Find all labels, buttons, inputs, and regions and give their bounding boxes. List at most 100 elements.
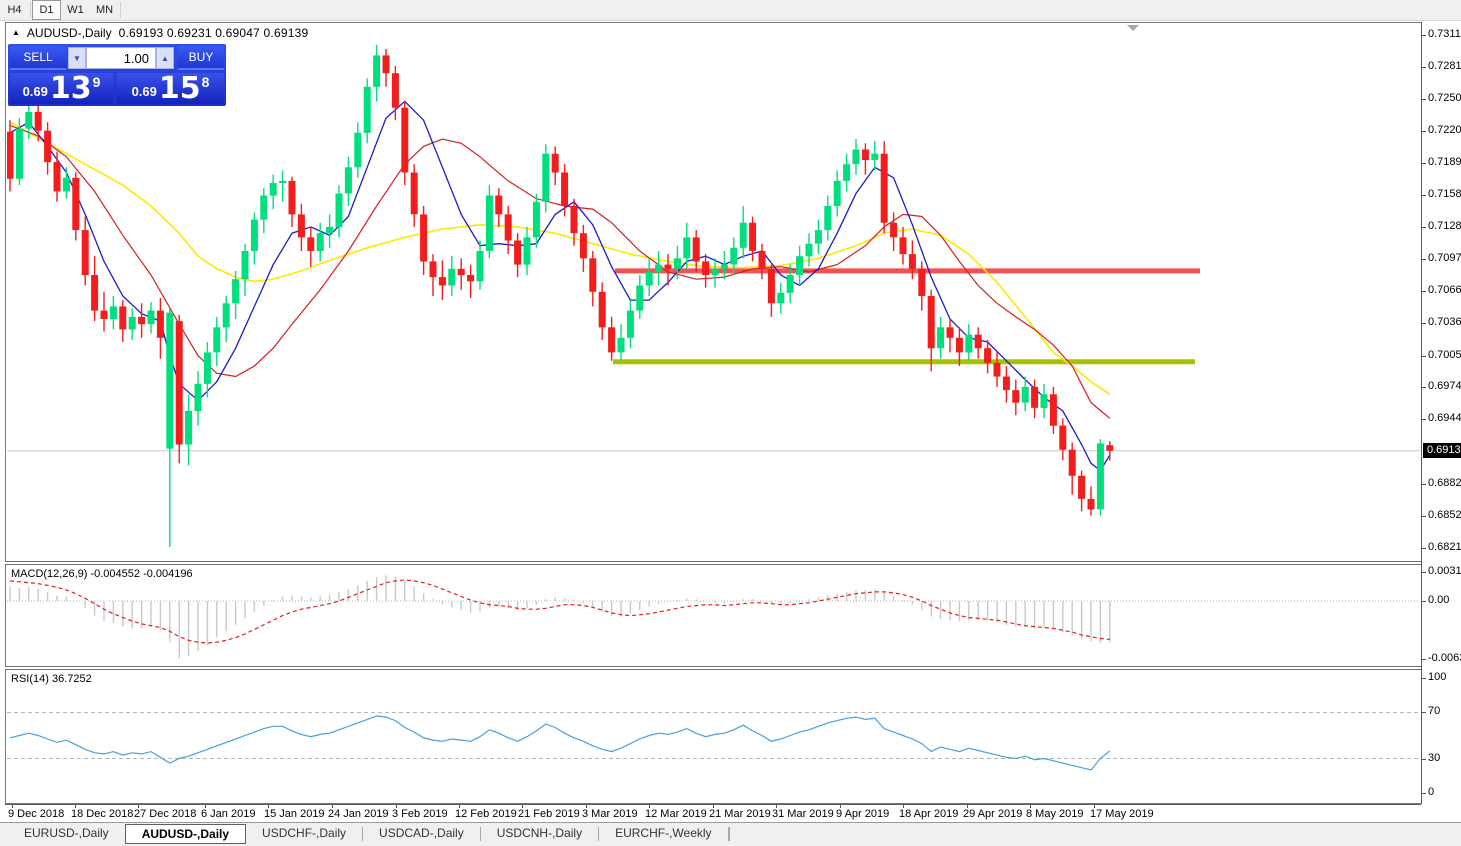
price-axis-label: 0.69440: [1428, 412, 1461, 424]
axis-tick: [1422, 195, 1426, 196]
price-axis-label: 0.68210: [1428, 541, 1461, 553]
current-price-box: 0.69139: [1423, 443, 1461, 458]
collapse-panel-icon[interactable]: ▲: [12, 28, 20, 37]
axis-tick: [1422, 131, 1426, 132]
rsi-axis-label: 0: [1428, 786, 1434, 798]
axis-tick: [1422, 259, 1426, 260]
price-axis-label: 0.68825: [1428, 477, 1461, 489]
chart-symbol-period: AUDUSD-,Daily: [27, 26, 112, 40]
volume-increase-icon[interactable]: ▲: [156, 47, 174, 69]
ma-fast-blue: [10, 101, 1110, 470]
axis-tick: [1422, 35, 1426, 36]
macd-label: MACD(12,26,9) -0.004552 -0.004196: [11, 568, 193, 580]
axis-tick: [1422, 419, 1426, 420]
date-label: 6 Jan 2019: [201, 808, 255, 820]
one-click-trade-panel: SELL ▼ ▲ BUY 0.69 13 9 0.69 15 8: [8, 44, 226, 106]
price-axis-label: 0.70360: [1428, 316, 1461, 328]
axis-tick: [1422, 323, 1426, 324]
volume-input[interactable]: [86, 47, 156, 69]
sell-button[interactable]: SELL: [10, 46, 66, 70]
price-axis-label: 0.69745: [1428, 380, 1461, 392]
axis-tick: [1422, 678, 1426, 679]
symbol-tab-bar: EURUSD-,DailyAUDUSD-,DailyUSDCHF-,DailyU…: [0, 822, 1461, 846]
chart-ohlc-values: 0.69193 0.69231 0.69047 0.69139: [119, 26, 309, 40]
axis-tick: [1422, 759, 1426, 760]
rsi-axis-label: 30: [1428, 752, 1440, 764]
tab-audusd[interactable]: AUDUSD-,Daily: [125, 824, 246, 844]
date-label: 9 Apr 2019: [836, 808, 889, 820]
macd-axis-label: 0.003164: [1428, 565, 1461, 577]
volume-decrease-icon[interactable]: ▼: [68, 47, 86, 69]
rsi-indicator-chart[interactable]: [7, 671, 1420, 803]
axis-tick: [1422, 516, 1426, 517]
chart-shift-marker-icon[interactable]: [1127, 25, 1139, 31]
axis-tick: [1422, 484, 1426, 485]
tab-eurchf[interactable]: EURCHF-,Weekly: [599, 824, 727, 844]
buy-price-pip: 8: [202, 74, 210, 90]
price-axis-label: 0.71280: [1428, 220, 1461, 232]
date-label: 21 Mar 2019: [709, 808, 771, 820]
price-axis-label: 0.72810: [1428, 60, 1461, 72]
sell-price-display[interactable]: 0.69 13 9: [10, 73, 113, 104]
price-axis-label: 0.71890: [1428, 156, 1461, 168]
toolbar-separator: [120, 2, 121, 18]
date-label: 8 May 2019: [1026, 808, 1083, 820]
tab-usdchf[interactable]: USDCHF-,Daily: [246, 824, 362, 844]
price-axis-label: 0.70665: [1428, 284, 1461, 296]
date-label: 15 Jan 2019: [264, 808, 325, 820]
macd-splitter[interactable]: [5, 561, 1461, 565]
axis-tick: [1422, 601, 1426, 602]
tab-eurusd[interactable]: EURUSD-,Daily: [8, 824, 125, 844]
date-label: 17 May 2019: [1090, 808, 1154, 820]
macd-axis-label: 0.00: [1428, 594, 1449, 606]
timeframe-button-h4[interactable]: H4: [0, 0, 29, 20]
axis-tick: [1422, 712, 1426, 713]
sell-price-prefix: 0.69: [23, 84, 48, 99]
tab-usdcad[interactable]: USDCAD-,Daily: [363, 824, 480, 844]
price-axis-label: 0.72505: [1428, 92, 1461, 104]
axis-tick: [1422, 163, 1426, 164]
price-axis-label: 0.70050: [1428, 349, 1461, 361]
main-price-chart[interactable]: [7, 40, 1420, 564]
buy-price-display[interactable]: 0.69 15 8: [117, 73, 224, 104]
date-label: 9 Dec 2018: [8, 808, 64, 820]
macd-signal-line: [10, 580, 1110, 643]
timeframe-button-mn[interactable]: MN: [90, 0, 119, 20]
axis-tick: [1422, 67, 1426, 68]
rsi-axis-label: 100: [1428, 671, 1446, 683]
date-label: 3 Mar 2019: [582, 808, 638, 820]
axis-tick: [1422, 227, 1426, 228]
axis-tick: [1422, 387, 1426, 388]
timeframe-button-d1[interactable]: D1: [32, 0, 61, 20]
tab-usdcnh[interactable]: USDCNH-,Daily: [481, 824, 598, 844]
date-label: 12 Mar 2019: [645, 808, 707, 820]
ma-slow-yellow: [10, 122, 1110, 394]
sell-price-pip: 9: [93, 74, 101, 90]
rsi-line: [10, 716, 1110, 770]
chart-title: ▲ AUDUSD-,Daily 0.69193 0.69231 0.69047 …: [12, 25, 308, 40]
date-label: 27 Dec 2018: [134, 808, 196, 820]
axis-tick: [1422, 356, 1426, 357]
rsi-splitter[interactable]: [5, 666, 1461, 670]
axis-tick: [1422, 99, 1426, 100]
date-label: 18 Apr 2019: [899, 808, 958, 820]
date-label: 12 Feb 2019: [455, 808, 517, 820]
timeframe-button-w1[interactable]: W1: [61, 0, 90, 20]
price-axis[interactable]: 0.73115 0.72810 0.72505 0.72200 0.71890 0.715…: [1421, 22, 1461, 804]
date-label: 18 Dec 2018: [71, 808, 133, 820]
buy-button[interactable]: BUY: [178, 46, 224, 70]
trade-panel-controls: SELL ▼ ▲ BUY: [8, 46, 226, 71]
axis-tick: [1422, 659, 1426, 660]
axis-tick: [1422, 793, 1426, 794]
timeframe-toolbar: H4D1W1MN: [0, 0, 1461, 21]
rsi-label: RSI(14) 36.7252: [11, 673, 92, 685]
axis-tick: [1422, 572, 1426, 573]
price-axis-label: 0.73115: [1428, 28, 1461, 40]
price-axis-label: 0.68520: [1428, 509, 1461, 521]
date-axis[interactable]: 9 Dec 2018 18 Dec 201827 Dec 2018 6 Jan 20…: [5, 804, 1421, 822]
macd-indicator-chart[interactable]: [7, 566, 1420, 666]
price-axis-label: 0.72200: [1428, 124, 1461, 136]
date-label: 24 Jan 2019: [328, 808, 389, 820]
toolbar-separator: [30, 2, 31, 18]
price-axis-label: 0.71585: [1428, 188, 1461, 200]
